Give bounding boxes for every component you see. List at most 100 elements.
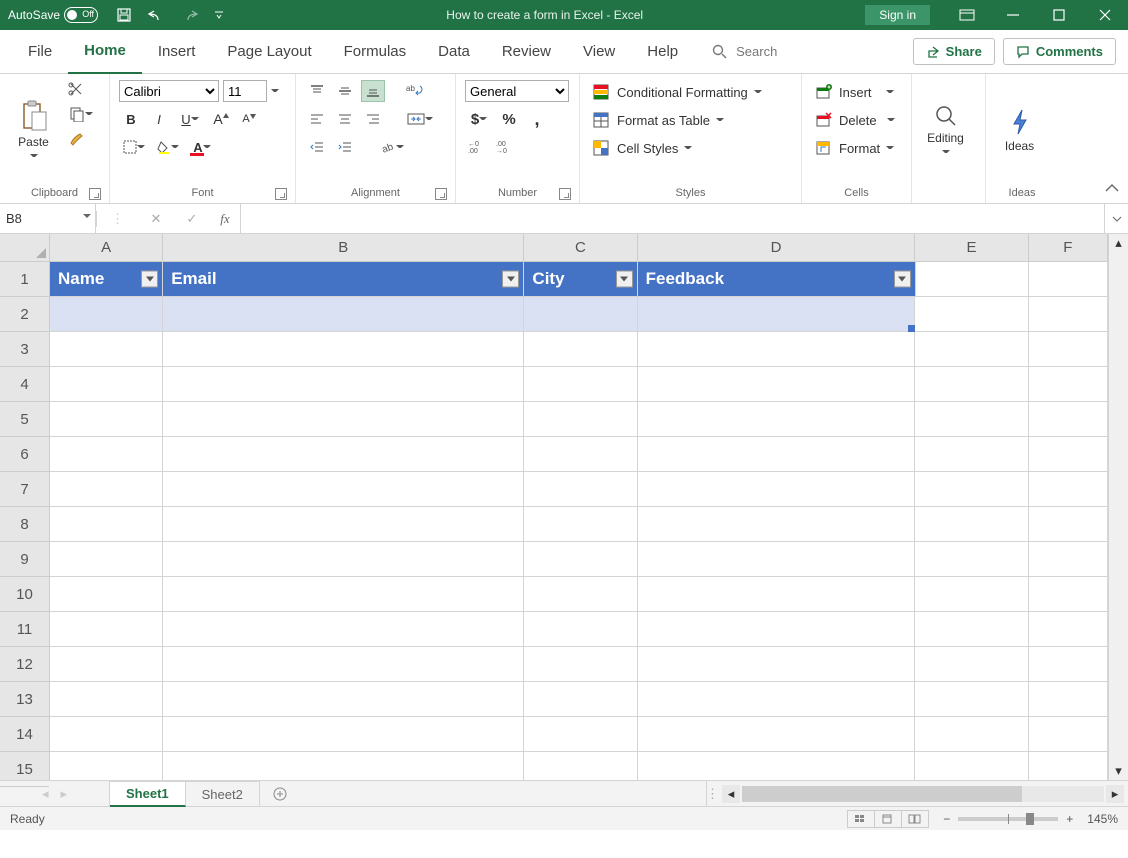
sheet-prev-icon[interactable]: ◂ bbox=[42, 786, 49, 802]
sheet-tab-2[interactable]: Sheet2 bbox=[186, 781, 260, 806]
cell[interactable] bbox=[638, 577, 916, 612]
column-header[interactable]: C bbox=[524, 234, 637, 261]
cell[interactable] bbox=[638, 542, 916, 577]
align-center-button[interactable] bbox=[333, 108, 357, 130]
cell[interactable] bbox=[638, 367, 916, 402]
cell[interactable] bbox=[638, 717, 916, 752]
cell[interactable] bbox=[524, 542, 637, 577]
page-layout-view-button[interactable] bbox=[874, 810, 902, 828]
cell[interactable] bbox=[1029, 682, 1108, 717]
minimize-icon[interactable] bbox=[990, 0, 1036, 30]
horizontal-scrollbar[interactable]: ◂ ▸ bbox=[718, 781, 1128, 806]
cell[interactable] bbox=[1029, 262, 1108, 297]
cell[interactable] bbox=[524, 437, 637, 472]
row-header[interactable]: 3 bbox=[0, 332, 49, 367]
borders-button[interactable] bbox=[119, 136, 149, 158]
editing-button[interactable]: Editing bbox=[918, 76, 973, 184]
cell[interactable] bbox=[50, 612, 163, 647]
percent-button[interactable]: % bbox=[497, 108, 521, 130]
cell[interactable] bbox=[50, 402, 163, 437]
tab-data[interactable]: Data bbox=[422, 30, 486, 74]
zoom-slider[interactable] bbox=[958, 817, 1058, 821]
cell[interactable] bbox=[638, 612, 916, 647]
cancel-formula-icon[interactable]: ⋮ bbox=[96, 211, 138, 227]
cell[interactable] bbox=[524, 367, 637, 402]
cell[interactable] bbox=[1029, 507, 1108, 542]
autosave-toggle[interactable]: AutoSave Off bbox=[8, 7, 98, 23]
cell[interactable] bbox=[50, 682, 163, 717]
cell[interactable] bbox=[524, 752, 637, 780]
cell[interactable] bbox=[163, 507, 524, 542]
cancel-x-icon[interactable]: ✕ bbox=[138, 211, 174, 227]
cell[interactable] bbox=[50, 507, 163, 542]
cell[interactable] bbox=[163, 752, 524, 780]
cell[interactable] bbox=[915, 297, 1028, 332]
font-name-select[interactable]: Calibri bbox=[119, 80, 219, 102]
cell[interactable] bbox=[163, 647, 524, 682]
cell[interactable] bbox=[1029, 717, 1108, 752]
normal-view-button[interactable] bbox=[847, 810, 875, 828]
cell[interactable] bbox=[50, 297, 163, 332]
zoom-in-button[interactable]: + bbox=[1066, 812, 1073, 826]
format-as-table-button[interactable]: Format as Table bbox=[589, 110, 766, 130]
cell[interactable] bbox=[1029, 472, 1108, 507]
cell[interactable] bbox=[1029, 402, 1108, 437]
filter-dropdown-icon[interactable] bbox=[616, 271, 633, 288]
table-resize-handle[interactable] bbox=[908, 325, 915, 332]
cell[interactable] bbox=[638, 297, 916, 332]
cell[interactable] bbox=[1029, 297, 1108, 332]
cell[interactable] bbox=[1029, 577, 1108, 612]
cell[interactable]: Feedback bbox=[638, 262, 916, 297]
cell[interactable] bbox=[524, 402, 637, 437]
cell[interactable] bbox=[50, 367, 163, 402]
column-header[interactable]: A bbox=[50, 234, 163, 261]
decrease-indent-button[interactable] bbox=[305, 136, 329, 158]
new-sheet-button[interactable] bbox=[260, 781, 300, 806]
row-header[interactable]: 5 bbox=[0, 402, 49, 437]
cell[interactable] bbox=[163, 542, 524, 577]
cell-styles-button[interactable]: Cell Styles bbox=[589, 138, 766, 158]
cell[interactable] bbox=[163, 367, 524, 402]
row-header[interactable]: 13 bbox=[0, 682, 49, 717]
row-header[interactable]: 14 bbox=[0, 717, 49, 752]
orientation-button[interactable]: ab bbox=[375, 136, 409, 158]
cut-button[interactable] bbox=[64, 78, 88, 100]
format-painter-button[interactable] bbox=[64, 128, 88, 150]
cell[interactable] bbox=[915, 682, 1028, 717]
conditional-formatting-button[interactable]: Conditional Formatting bbox=[589, 82, 766, 102]
vertical-scrollbar[interactable]: ▴ ▾ bbox=[1108, 234, 1128, 780]
tab-insert[interactable]: Insert bbox=[142, 30, 212, 74]
collapse-ribbon-icon[interactable] bbox=[1104, 181, 1120, 197]
ideas-button[interactable]: Ideas bbox=[992, 76, 1047, 184]
row-header[interactable]: 6 bbox=[0, 437, 49, 472]
cell[interactable] bbox=[915, 332, 1028, 367]
cell[interactable] bbox=[524, 577, 637, 612]
cell[interactable] bbox=[524, 717, 637, 752]
paste-button[interactable]: Paste bbox=[6, 76, 61, 184]
cell[interactable] bbox=[915, 612, 1028, 647]
format-cells-button[interactable]: Format bbox=[811, 138, 899, 158]
cell[interactable] bbox=[638, 647, 916, 682]
cell[interactable] bbox=[638, 752, 916, 780]
tab-review[interactable]: Review bbox=[486, 30, 567, 74]
cell[interactable] bbox=[163, 472, 524, 507]
cell[interactable] bbox=[915, 542, 1028, 577]
align-left-button[interactable] bbox=[305, 108, 329, 130]
cell[interactable] bbox=[163, 612, 524, 647]
cell[interactable] bbox=[524, 507, 637, 542]
cell[interactable] bbox=[915, 717, 1028, 752]
expand-formula-icon[interactable] bbox=[1104, 204, 1128, 233]
row-header[interactable]: 11 bbox=[0, 612, 49, 647]
row-header[interactable]: 9 bbox=[0, 542, 49, 577]
maximize-icon[interactable] bbox=[1036, 0, 1082, 30]
align-bottom-button[interactable] bbox=[361, 80, 385, 102]
shrink-font-button[interactable]: A bbox=[237, 108, 261, 130]
cell[interactable] bbox=[915, 577, 1028, 612]
cell[interactable] bbox=[1029, 437, 1108, 472]
column-header[interactable]: D bbox=[638, 234, 916, 261]
cell[interactable] bbox=[638, 437, 916, 472]
cell[interactable] bbox=[915, 402, 1028, 437]
cell[interactable] bbox=[50, 647, 163, 682]
row-header[interactable]: 8 bbox=[0, 507, 49, 542]
number-dialog-icon[interactable] bbox=[559, 188, 571, 200]
